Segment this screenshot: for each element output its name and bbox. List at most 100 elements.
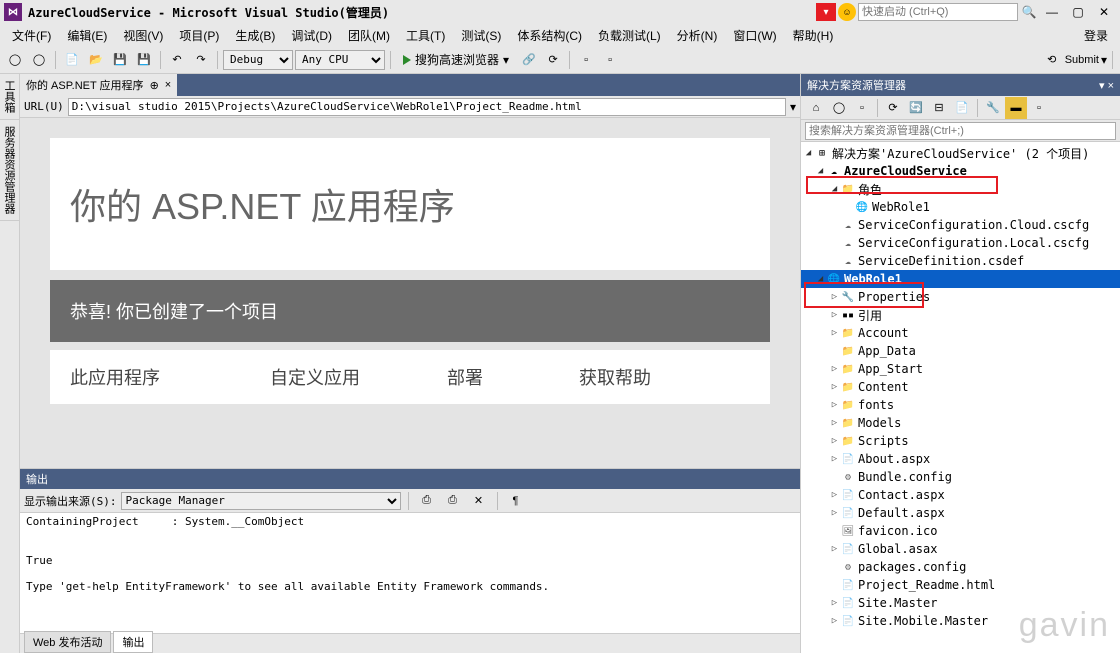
- tree-content[interactable]: 📁Content: [801, 378, 1120, 396]
- tab-web-publish[interactable]: Web 发布活动: [24, 631, 111, 653]
- save-button[interactable]: 💾: [109, 49, 131, 71]
- preview-button[interactable]: ▬: [1005, 97, 1027, 119]
- undo-button[interactable]: ↶: [166, 49, 188, 71]
- nav-back-button[interactable]: ◯: [4, 49, 26, 71]
- solution-tree[interactable]: ⊞解决方案'AzureCloudService' (2 个项目) ☁AzureC…: [801, 142, 1120, 653]
- tree-models[interactable]: 📁Models: [801, 414, 1120, 432]
- quick-launch-input[interactable]: [858, 3, 1018, 21]
- tree-account[interactable]: 📁Account: [801, 324, 1120, 342]
- pin-icon[interactable]: ⊕: [150, 79, 159, 92]
- tree-roles[interactable]: 📁角色: [801, 180, 1120, 198]
- close-button[interactable]: ✕: [1092, 3, 1116, 21]
- feedback-smile-icon[interactable]: ☺: [838, 3, 856, 21]
- tree-site-mobile-master[interactable]: 📄Site.Mobile.Master: [801, 612, 1120, 630]
- tree-properties[interactable]: 🔧Properties: [801, 288, 1120, 306]
- menu-analyze[interactable]: 分析(N): [669, 24, 726, 47]
- menu-loadtest[interactable]: 负载测试(L): [590, 24, 669, 47]
- doc-tab-readme[interactable]: 你的 ASP.NET 应用程序 ⊕ ×: [20, 74, 177, 96]
- section-help[interactable]: 获取帮助: [540, 364, 690, 390]
- minimize-button[interactable]: —: [1040, 3, 1064, 21]
- refresh-button[interactable]: ⟳: [542, 49, 564, 71]
- close-tab-icon[interactable]: ×: [165, 79, 171, 91]
- toolbox-tab[interactable]: 工具箱: [0, 74, 19, 120]
- show-all-button[interactable]: 📄: [951, 97, 973, 119]
- tree-default-aspx[interactable]: 📄Default.aspx: [801, 504, 1120, 522]
- menu-architecture[interactable]: 体系结构(C): [509, 24, 590, 47]
- section-deploy[interactable]: 部署: [390, 364, 540, 390]
- tree-packages-config[interactable]: ⚙packages.config: [801, 558, 1120, 576]
- output-find-button[interactable]: ⎙: [416, 490, 438, 512]
- section-customize[interactable]: 自定义应用: [240, 364, 390, 390]
- menu-edit[interactable]: 编辑(E): [59, 24, 115, 47]
- maximize-button[interactable]: ▢: [1066, 3, 1090, 21]
- tree-project-readme[interactable]: 📄Project_Readme.html: [801, 576, 1120, 594]
- tree-svc-cfg-local[interactable]: ☁ServiceConfiguration.Local.cscfg: [801, 234, 1120, 252]
- platform-combo[interactable]: Any CPU: [295, 50, 385, 70]
- menu-file[interactable]: 文件(F): [4, 24, 59, 47]
- url-input[interactable]: [68, 98, 786, 116]
- output-goto-button[interactable]: ⎙: [442, 490, 464, 512]
- tree-fonts[interactable]: 📁fonts: [801, 396, 1120, 414]
- refresh-button[interactable]: 🔄: [905, 97, 927, 119]
- server-explorer-tab[interactable]: 服务器资源管理器: [0, 120, 19, 221]
- view-button[interactable]: ▫: [1028, 97, 1050, 119]
- tree-app-data[interactable]: 📁App_Data: [801, 342, 1120, 360]
- search-icon[interactable]: 🔍: [1020, 3, 1038, 21]
- doc-tab-label: 你的 ASP.NET 应用程序: [26, 77, 144, 93]
- tree-favicon[interactable]: 🖼favicon.ico: [801, 522, 1120, 540]
- menu-tools[interactable]: 工具(T): [398, 24, 453, 47]
- sync-button[interactable]: ⟳: [882, 97, 904, 119]
- new-project-button[interactable]: 📄: [61, 49, 83, 71]
- menu-project[interactable]: 项目(P): [171, 24, 227, 47]
- chevron-down-icon[interactable]: ▾: [1101, 53, 1107, 67]
- tree-app-start[interactable]: 📁App_Start: [801, 360, 1120, 378]
- redo-button[interactable]: ↷: [190, 49, 212, 71]
- output-wrap-button[interactable]: ¶: [505, 490, 527, 512]
- chevron-down-icon[interactable]: ▾: [790, 100, 796, 114]
- menu-window[interactable]: 窗口(W): [725, 24, 784, 47]
- tree-site-master[interactable]: 📄Site.Master: [801, 594, 1120, 612]
- home-button[interactable]: ⌂: [805, 97, 827, 119]
- properties-button[interactable]: 🔧: [982, 97, 1004, 119]
- tree-proj-web[interactable]: 🌐WebRole1: [801, 270, 1120, 288]
- fwd-button[interactable]: ▫: [851, 97, 873, 119]
- run-button[interactable]: 搜狗高速浏览器 ▾: [396, 49, 516, 71]
- submit-label[interactable]: Submit: [1065, 54, 1099, 66]
- output-text[interactable]: ContainingProject : System.__ComObject T…: [20, 513, 800, 633]
- tree-proj-cloud[interactable]: ☁AzureCloudService: [801, 162, 1120, 180]
- output-source-combo[interactable]: Package Manager: [121, 492, 401, 510]
- tab-output[interactable]: 输出: [113, 631, 153, 653]
- tree-bundle-config[interactable]: ⚙Bundle.config: [801, 468, 1120, 486]
- tree-webrole-role[interactable]: 🌐WebRole1: [801, 198, 1120, 216]
- browser-link-button[interactable]: 🔗: [518, 49, 540, 71]
- solution-search-input[interactable]: [805, 122, 1116, 140]
- tree-scripts[interactable]: 📁Scripts: [801, 432, 1120, 450]
- tree-about-aspx[interactable]: 📄About.aspx: [801, 450, 1120, 468]
- collapse-button[interactable]: ⊟: [928, 97, 950, 119]
- menu-build[interactable]: 生成(B): [227, 24, 283, 47]
- menu-team[interactable]: 团队(M): [340, 24, 398, 47]
- nav-fwd-button[interactable]: ◯: [28, 49, 50, 71]
- tb-extra-2[interactable]: ▫: [599, 49, 621, 71]
- menu-debug[interactable]: 调试(D): [283, 24, 340, 47]
- tb-extra-1[interactable]: ▫: [575, 49, 597, 71]
- tree-references[interactable]: ▪▪引用: [801, 306, 1120, 324]
- config-combo[interactable]: Debug: [223, 50, 293, 70]
- menu-help[interactable]: 帮助(H): [785, 24, 842, 47]
- tree-global-asax[interactable]: 📄Global.asax: [801, 540, 1120, 558]
- menu-view[interactable]: 视图(V): [115, 24, 171, 47]
- login-button[interactable]: 登录: [1076, 24, 1116, 47]
- save-all-button[interactable]: 💾: [133, 49, 155, 71]
- close-panel-icon[interactable]: ×: [1108, 80, 1114, 92]
- tree-solution[interactable]: ⊞解决方案'AzureCloudService' (2 个项目): [801, 144, 1120, 162]
- tree-svc-cfg-cloud[interactable]: ☁ServiceConfiguration.Cloud.cscfg: [801, 216, 1120, 234]
- submit-arrow-icon[interactable]: ⟲: [1041, 49, 1063, 71]
- tree-svc-def[interactable]: ☁ServiceDefinition.csdef: [801, 252, 1120, 270]
- tree-contact-aspx[interactable]: 📄Contact.aspx: [801, 486, 1120, 504]
- menu-test[interactable]: 测试(S): [453, 24, 509, 47]
- back-button[interactable]: ◯: [828, 97, 850, 119]
- output-clear-button[interactable]: ✕: [468, 490, 490, 512]
- notification-flag-icon[interactable]: ▾: [816, 3, 836, 21]
- open-button[interactable]: 📂: [85, 49, 107, 71]
- chevron-down-icon[interactable]: ▾: [1099, 80, 1105, 92]
